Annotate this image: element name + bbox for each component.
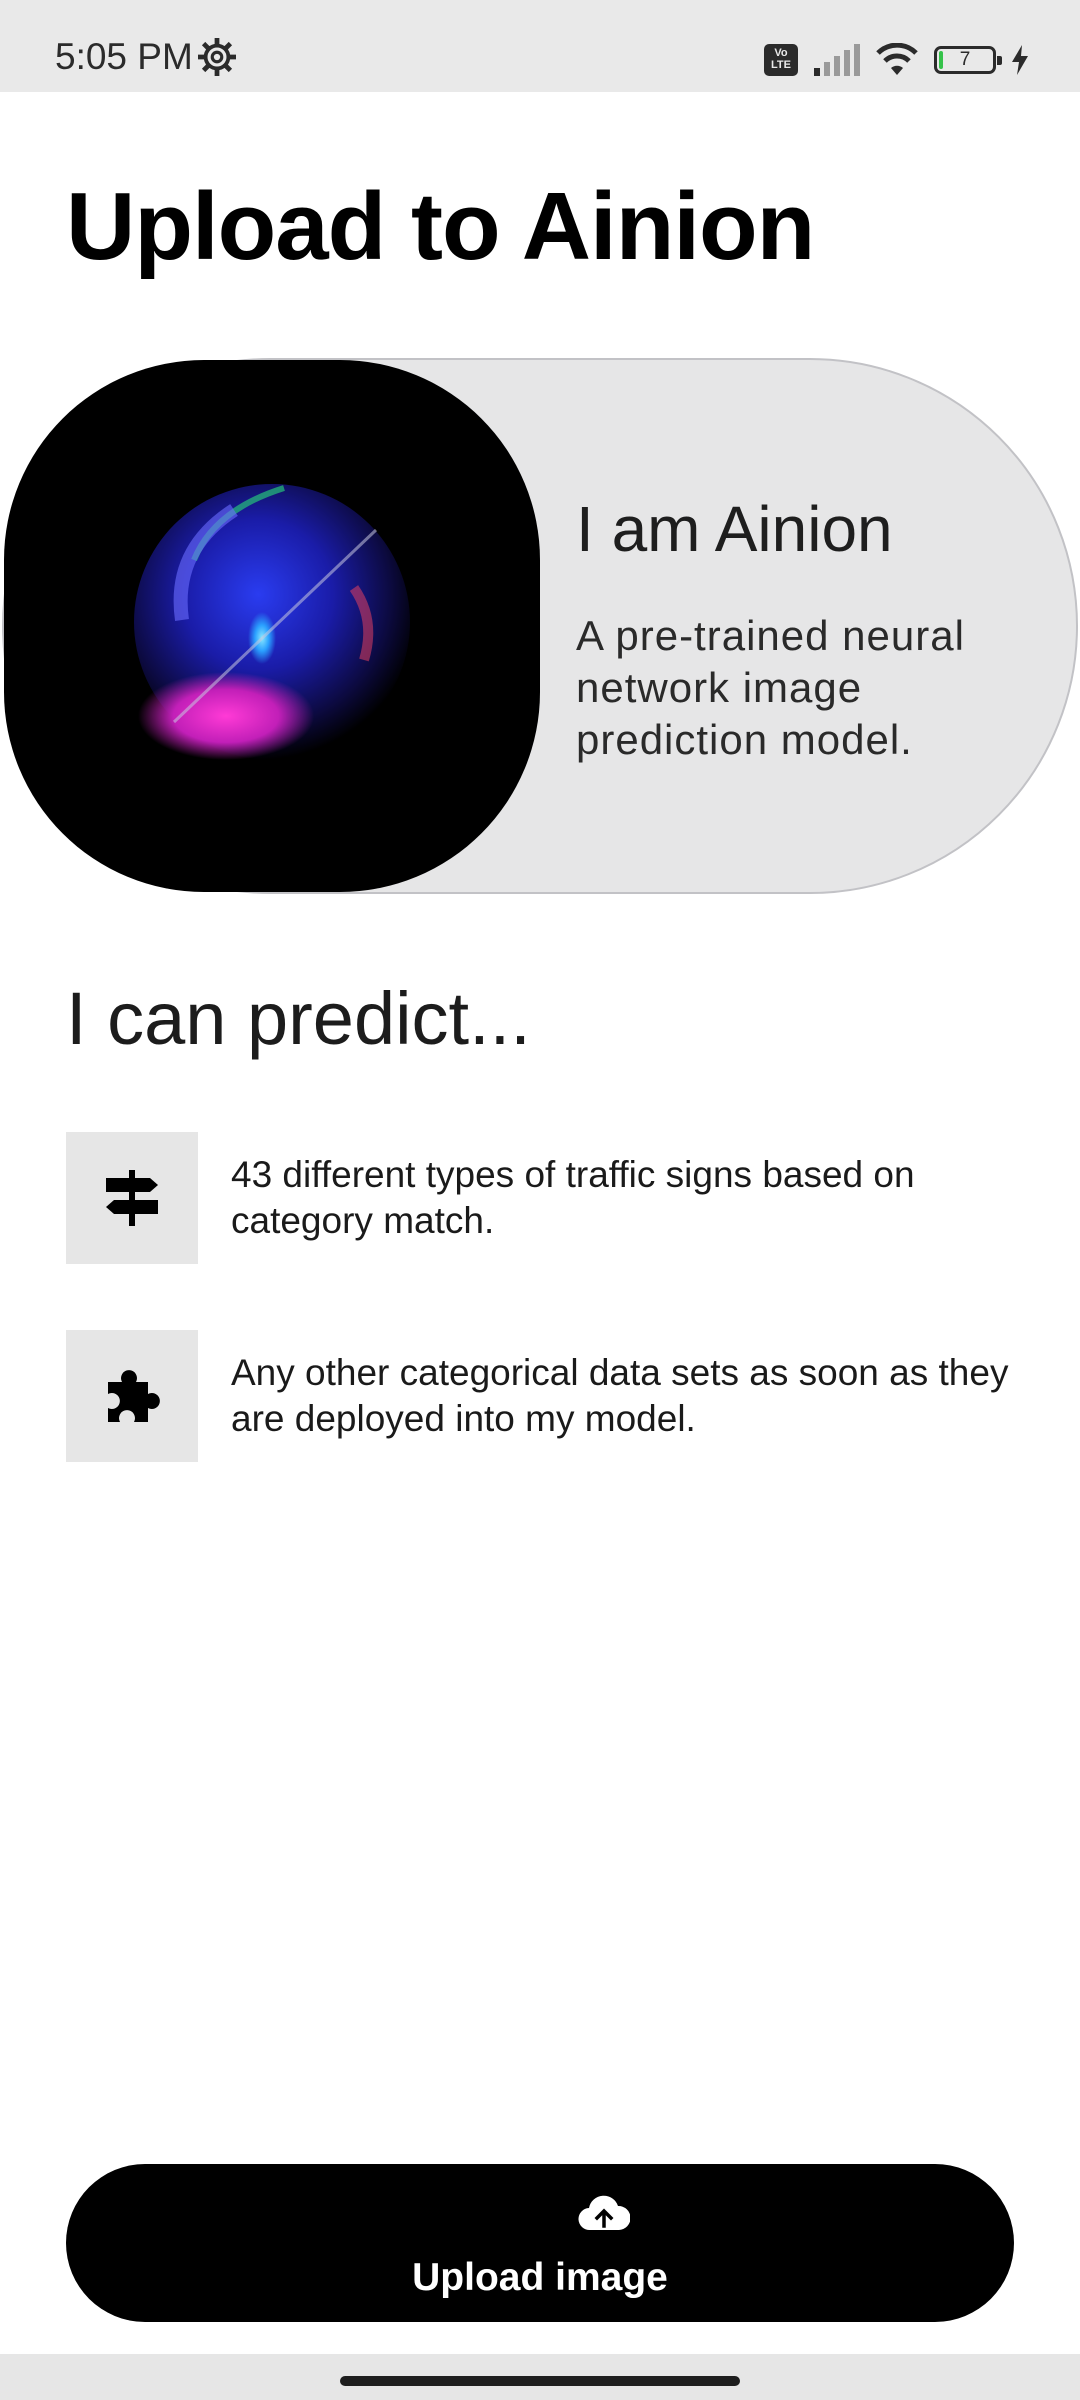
battery-cap [997, 56, 1002, 65]
feature-item-categorical-data: Any other categorical data sets as soon … [66, 1330, 1016, 1462]
gear-icon [198, 38, 236, 76]
feature-icon-box [66, 1132, 198, 1264]
signal-icon [814, 44, 860, 76]
feature-item-traffic-signs: 43 different types of traffic signs base… [66, 1132, 1016, 1264]
charging-icon [1012, 45, 1028, 75]
feature-text: 43 different types of traffic signs base… [231, 1154, 915, 1241]
home-indicator[interactable] [340, 2376, 740, 2386]
ainion-card: I am Ainion A pre-trained neural network… [2, 358, 1078, 894]
upload-button-label: Upload image [412, 2256, 668, 2299]
status-icons: Vo LTE 7 [764, 40, 1030, 80]
ainion-avatar [4, 360, 540, 892]
page-title: Upload to Ainion [66, 173, 815, 280]
battery-icon: 7 [934, 46, 1002, 74]
status-bar: 5:05 PM Vo LTE 7 [0, 0, 1080, 92]
upload-image-button[interactable]: Upload image [66, 2164, 1014, 2322]
signpost-icon [106, 1170, 158, 1226]
puzzle-icon [108, 1370, 160, 1422]
ainion-description: A pre-trained neural network image predi… [576, 612, 965, 763]
cloud-upload-icon [578, 2195, 630, 2231]
navigation-bar [0, 2354, 1080, 2400]
status-time: 5:05 PM [55, 36, 193, 77]
ainion-name: I am Ainion [576, 493, 893, 565]
volte-icon: Vo LTE [764, 44, 798, 76]
battery-level: 7 [959, 49, 971, 70]
wifi-icon [876, 43, 918, 75]
predict-heading: I can predict... [66, 977, 531, 1060]
upload-screen: 5:05 PM Vo LTE 7 Upload to Ainion I am A… [0, 0, 1080, 2400]
feature-icon-box [66, 1330, 198, 1462]
orb-image [134, 484, 410, 760]
feature-text: Any other categorical data sets as soon … [231, 1352, 1009, 1439]
